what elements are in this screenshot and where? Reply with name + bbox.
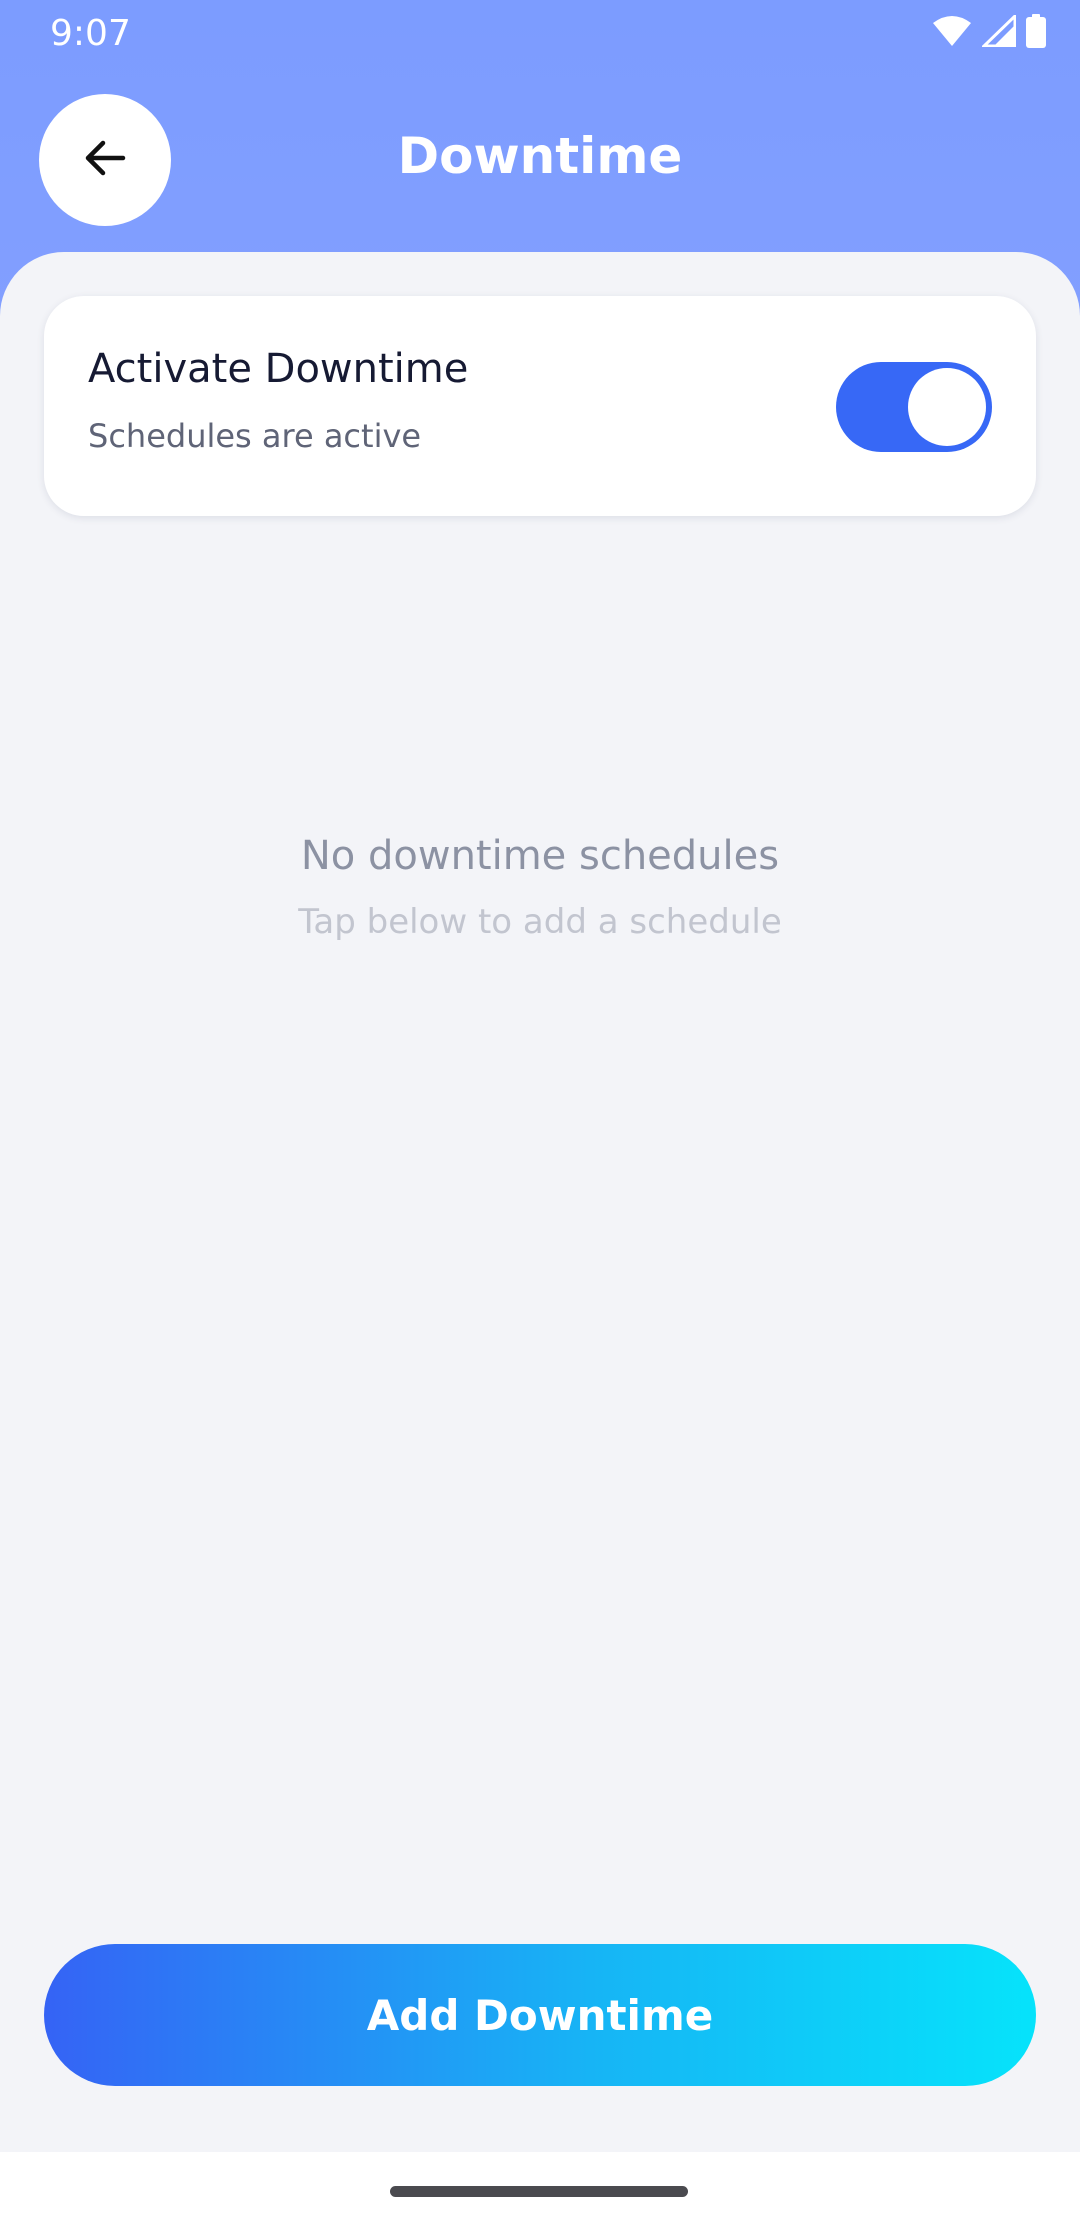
empty-state-subtitle: Tap below to add a schedule: [298, 902, 782, 942]
home-indicator[interactable]: [390, 2186, 688, 2197]
add-downtime-button[interactable]: Add Downtime: [44, 1944, 1036, 2086]
activate-downtime-toggle[interactable]: [836, 362, 992, 452]
navigation-bar: [0, 2152, 1080, 2220]
activate-downtime-card: Activate Downtime Schedules are active: [44, 296, 1036, 516]
toggle-knob: [908, 368, 986, 446]
status-time: 9:07: [50, 13, 131, 54]
status-icons: [932, 12, 1046, 52]
cell-signal-icon: [980, 12, 1017, 51]
card-title: Activate Downtime: [88, 346, 469, 392]
status-bar: 9:07: [0, 0, 1080, 66]
empty-state-title: No downtime schedules: [300, 833, 780, 879]
battery-icon: [1026, 14, 1046, 52]
app-header: Downtime: [0, 66, 1080, 252]
downtime-screen: 9:07 Downtime Activate Downtime Schedule…: [0, 0, 1080, 2220]
card-subtitle: Schedules are active: [88, 417, 422, 455]
wifi-icon: [932, 15, 972, 51]
page-title: Downtime: [397, 127, 683, 185]
content-area: Activate Downtime Schedules are active N…: [0, 252, 1080, 2152]
